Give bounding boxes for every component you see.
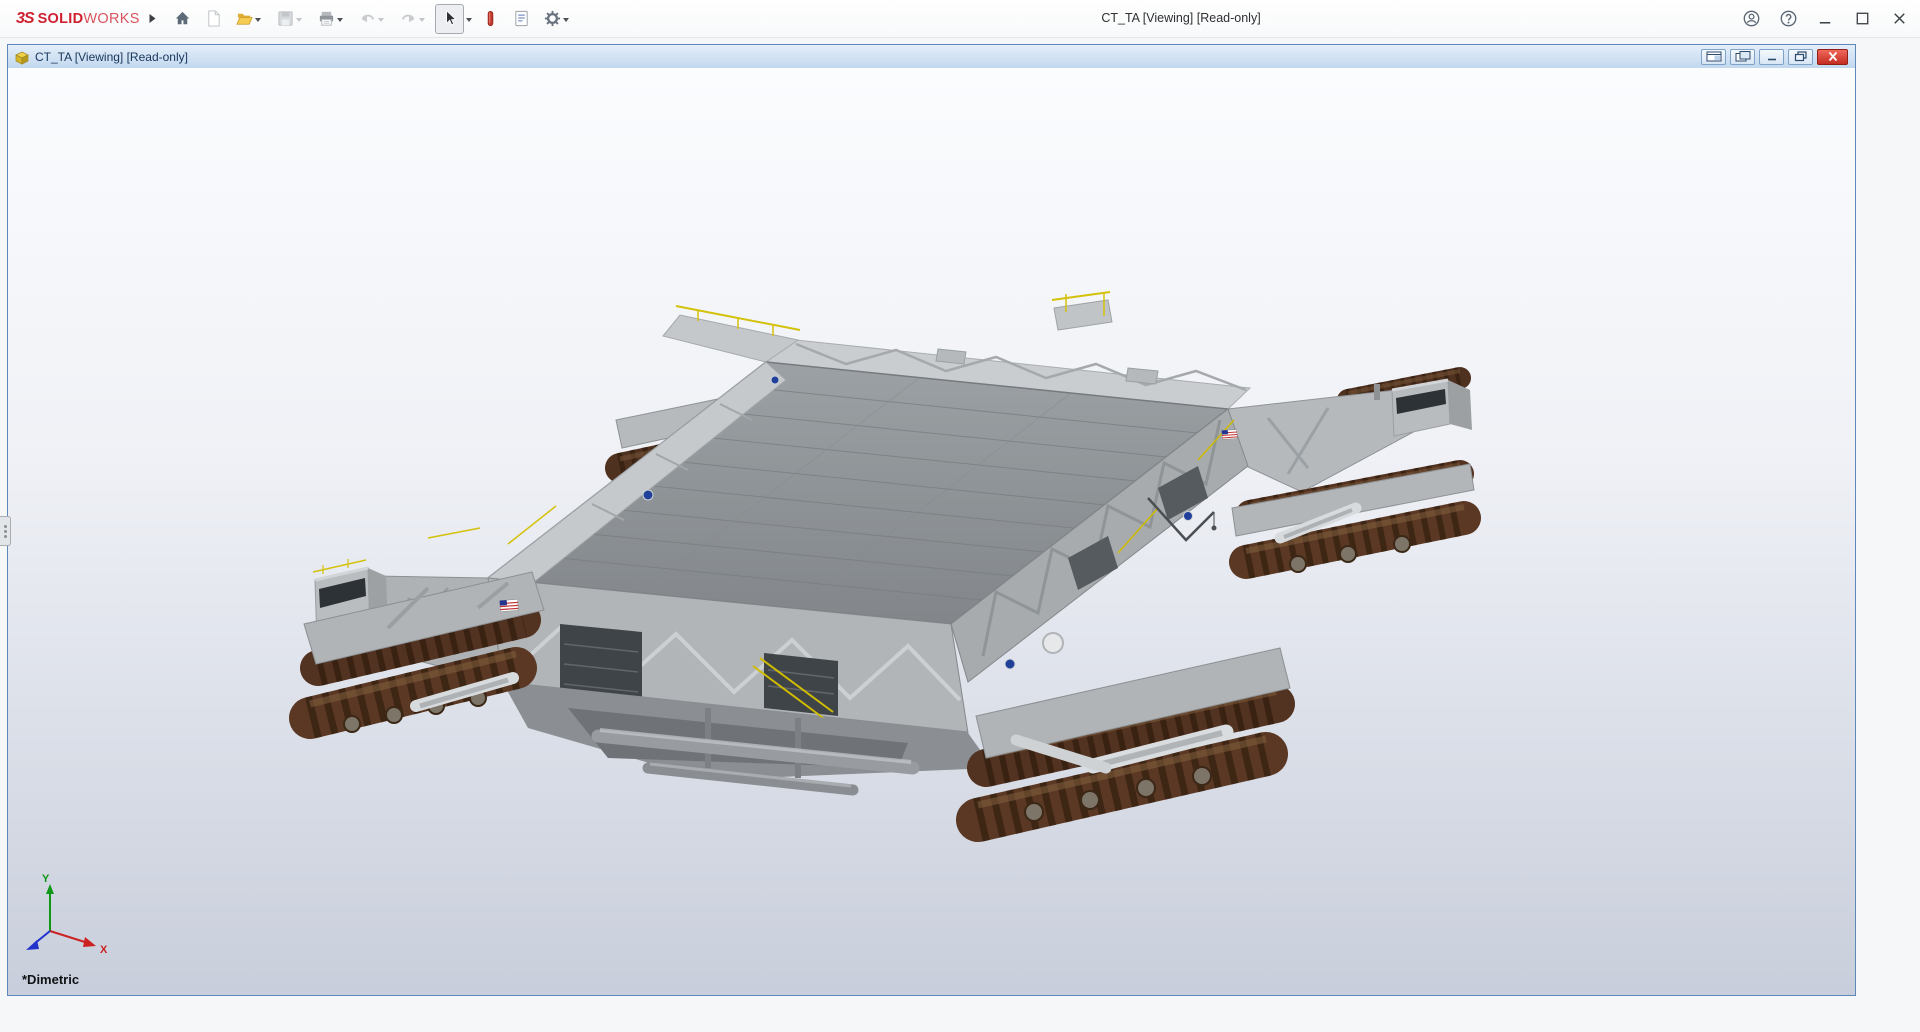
user-account-icon	[1743, 10, 1759, 27]
triad-x-label: X	[100, 944, 108, 956]
us-flag-decal	[1221, 429, 1238, 440]
home-button[interactable]	[168, 4, 197, 34]
viewport-3d[interactable]: Y X *Dimetric	[8, 68, 1855, 995]
document-title: CT_TA [Viewing] [Read-only]	[35, 49, 188, 64]
nasa-logo-decal	[642, 489, 654, 501]
app-window-controls	[1740, 8, 1920, 30]
brand-mark: 3S	[16, 9, 35, 27]
tile-window-button[interactable]	[1701, 48, 1726, 65]
assembly-document-icon	[15, 51, 29, 65]
new-document-icon	[207, 10, 220, 27]
track-assembly-mid-right[interactable]	[1229, 460, 1481, 579]
featuremanager-collapsed-tab[interactable]	[0, 516, 11, 546]
breadcrumb-arrow-icon[interactable]	[148, 13, 157, 24]
new-document-button[interactable]	[199, 4, 228, 34]
child-restore-button[interactable]	[1788, 48, 1813, 65]
redo-dropdown-caret	[418, 17, 425, 22]
nasa-logo-decal	[1183, 511, 1193, 521]
solidworks-app: 3S SOLID WORKS CT_TA [Viewing] [Read-onl…	[0, 0, 1920, 1032]
close-icon	[1893, 13, 1905, 24]
cascade-window-icon	[1735, 51, 1750, 62]
nasa-logo-decal	[770, 375, 780, 385]
file-properties-icon	[514, 10, 528, 27]
document-window-titlebar[interactable]: CT_TA [Viewing] [Read-only]	[8, 45, 1855, 69]
app-titlebar[interactable]: 3S SOLID WORKS CT_TA [Viewing] [Read-onl…	[0, 0, 1920, 38]
select-dropdown-caret[interactable]	[465, 17, 472, 22]
options-button[interactable]	[538, 4, 577, 34]
undo-icon	[360, 14, 374, 23]
document-window: CT_TA [Viewing] [Read-only] Y X *Dimetri…	[7, 44, 1856, 996]
minimize-button[interactable]	[1814, 8, 1836, 30]
save-button[interactable]	[271, 4, 310, 34]
home-icon	[175, 11, 189, 25]
select-cursor-icon	[445, 10, 457, 26]
close-icon	[1828, 51, 1837, 62]
open-button[interactable]	[230, 4, 269, 34]
tile-window-icon	[1706, 51, 1721, 62]
options-gear-icon	[544, 10, 560, 27]
child-minimize-button[interactable]	[1759, 48, 1784, 65]
minimize-icon	[1767, 58, 1776, 61]
red-tool-button[interactable]	[476, 4, 505, 34]
save-dropdown-caret	[295, 17, 302, 22]
open-dropdown-caret	[254, 17, 261, 22]
maximize-button[interactable]	[1851, 8, 1873, 30]
orientation-triad[interactable]: Y X	[8, 868, 118, 988]
crawler-transporter-model[interactable]	[8, 68, 1855, 995]
redo-button[interactable]	[394, 4, 433, 34]
select-tool-button[interactable]	[434, 3, 464, 34]
nasa-logo-decal	[1004, 658, 1016, 670]
options-dropdown-caret	[562, 17, 569, 22]
print-button[interactable]	[312, 4, 351, 34]
minimize-icon	[1819, 22, 1830, 24]
maximize-icon	[1856, 12, 1868, 25]
help-icon	[1780, 10, 1796, 27]
track-assembly-front-right[interactable]	[956, 647, 1295, 842]
view-orientation-label: *Dimetric	[22, 972, 80, 987]
us-flag-decal	[499, 599, 519, 612]
close-button[interactable]	[1888, 8, 1910, 30]
open-icon	[235, 13, 253, 25]
document-window-controls	[1701, 48, 1851, 65]
file-properties-button[interactable]	[507, 4, 536, 34]
user-account-button[interactable]	[1740, 8, 1762, 30]
print-dropdown-caret	[336, 17, 343, 22]
triad-y-label: Y	[42, 873, 50, 885]
restore-icon	[1794, 51, 1807, 62]
save-icon	[278, 11, 293, 26]
undo-dropdown-caret	[377, 17, 384, 22]
red-tool-icon	[487, 10, 493, 27]
solidworks-logo: 3S SOLID WORKS	[16, 9, 140, 27]
operator-cab-right[interactable]	[1391, 378, 1472, 437]
child-close-button[interactable]	[1817, 48, 1848, 65]
undo-button[interactable]	[353, 4, 392, 34]
quick-access-toolbar	[167, 3, 578, 34]
help-button[interactable]	[1777, 8, 1799, 30]
app-title: CT_TA [Viewing] [Read-only]	[1101, 11, 1261, 25]
redo-icon	[401, 14, 415, 23]
cascade-window-button[interactable]	[1730, 48, 1755, 65]
print-icon	[319, 11, 333, 26]
